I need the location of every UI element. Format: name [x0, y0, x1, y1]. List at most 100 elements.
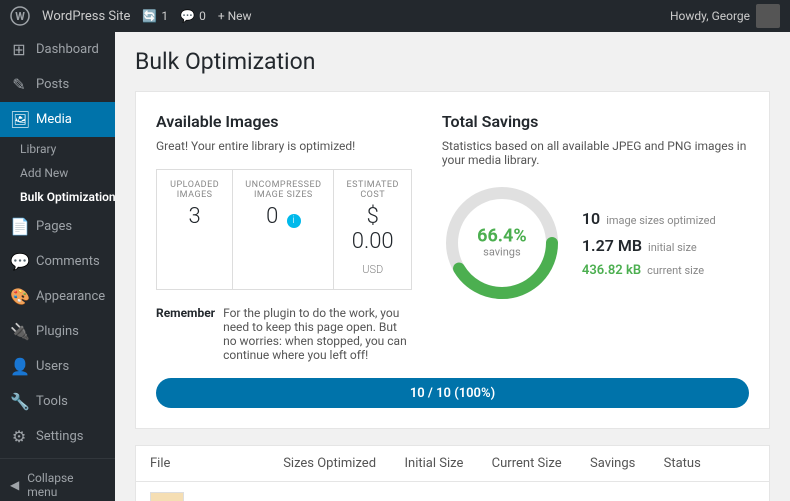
sidebar-menu: ⊞ Dashboard ✎ Posts 🖼 Media Library Add … [0, 32, 115, 454]
sidebar-item-library[interactable]: Library [0, 137, 115, 161]
sidebar-item-posts[interactable]: ✎ Posts [0, 67, 115, 102]
total-savings-desc: Statistics based on all available JPEG a… [442, 139, 749, 167]
stat-current-num: 436.82 kB [582, 263, 641, 278]
stat-uploaded-images: UPLOADED IMAGES 3 [157, 170, 233, 289]
sidebar-label-bulk-optimization: Bulk Optimization [20, 190, 115, 204]
stat-current-label: current size [647, 264, 704, 277]
available-images-section: Available Images Great! Your entire libr… [156, 112, 412, 362]
collapse-icon: ◀ [10, 478, 19, 492]
dashboard-icon: ⊞ [10, 40, 28, 59]
donut-chart: 66.4% savings [442, 183, 562, 303]
sidebar-label-users: Users [36, 359, 69, 374]
sidebar-label-pages: Pages [36, 219, 72, 234]
top-bar: W WordPress Site 🔄 1 💬 0 + New Howdy, Ge… [0, 0, 790, 32]
plugins-icon: 🔌 [10, 322, 28, 341]
top-bar-left: W WordPress Site 🔄 1 💬 0 + New [10, 6, 252, 26]
files-table: File Sizes Optimized Initial Size Curren… [136, 446, 769, 501]
stat-image-sizes: 10 image sizes optimized [582, 209, 716, 228]
stat-label-uploaded: UPLOADED IMAGES [169, 180, 220, 200]
pages-icon: 📄 [10, 217, 28, 236]
col-header-current: Current Size [478, 446, 576, 482]
sidebar-label-dashboard: Dashboard [36, 42, 99, 57]
table-body: avatar 3342.2 kB185.1 kB45.9%3 compresse… [136, 482, 769, 501]
bulk-optimization-card: Available Images Great! Your entire libr… [135, 91, 770, 429]
stat-label-cost: ESTIMATEDCOST [346, 180, 398, 200]
media-icon: 🖼 [10, 110, 28, 129]
table-header-row: File Sizes Optimized Initial Size Curren… [136, 446, 769, 482]
wordpress-logo: W [10, 6, 30, 26]
sidebar-item-appearance[interactable]: 🎨 Appearance [0, 279, 115, 314]
sidebar-label-plugins: Plugins [36, 324, 79, 339]
col-header-file: File [136, 446, 269, 482]
col-header-sizes: Sizes Optimized [269, 446, 390, 482]
sidebar-label-comments: Comments [36, 254, 100, 269]
stat-value-uploaded: 3 [169, 204, 220, 229]
appearance-icon: 🎨 [10, 287, 28, 306]
cell-current: 185.1 kB [478, 482, 576, 501]
updates-icon: 🔄 [142, 9, 157, 23]
stat-current-size: 436.82 kB current size [582, 263, 716, 278]
stat-label-uncompressed: UNCOMPRESSED IMAGE SIZES [245, 180, 321, 200]
comments-item[interactable]: 💬 0 [180, 9, 206, 23]
file-thumb [150, 492, 184, 501]
sidebar-item-settings[interactable]: ⚙ Settings [0, 419, 115, 454]
howdy-text: Howdy, George [670, 9, 750, 23]
sidebar-label-tools: Tools [36, 394, 68, 409]
new-button[interactable]: + New [218, 9, 252, 23]
cell-file: avatar [136, 482, 269, 501]
progress-bar-text: 10 / 10 (100%) [410, 386, 495, 401]
site-name[interactable]: WordPress Site [42, 9, 130, 24]
info-icon[interactable]: i [287, 214, 301, 228]
comments-icon: 💬 [10, 252, 28, 271]
sidebar-item-add-new[interactable]: Add New [0, 161, 115, 185]
top-bar-right: Howdy, George [670, 4, 780, 28]
stat-initial-num: 1.27 MB [582, 236, 642, 255]
remember-text: For the plugin to do the work, you need … [223, 306, 412, 362]
stat-estimated-cost: ESTIMATEDCOST $ 0.00 USD [334, 170, 410, 289]
sidebar-item-users[interactable]: 👤 Users [0, 349, 115, 384]
remember-box: Remember For the plugin to do the work, … [156, 306, 412, 362]
settings-icon: ⚙ [10, 427, 28, 446]
total-savings-title: Total Savings [442, 112, 749, 131]
sidebar-item-media[interactable]: 🖼 Media [0, 102, 115, 137]
sidebar-item-plugins[interactable]: 🔌 Plugins [0, 314, 115, 349]
file-cell-inner: avatar [150, 492, 255, 501]
sidebar-item-bulk-optimization[interactable]: Bulk Optimization [0, 185, 115, 209]
donut-text: savings [477, 246, 527, 259]
stat-value-uncompressed: 0 i [245, 204, 321, 229]
updates-item[interactable]: 🔄 1 [142, 9, 168, 23]
sidebar-item-pages[interactable]: 📄 Pages [0, 209, 115, 244]
page-title: Bulk Optimization [135, 48, 770, 75]
main-content: Bulk Optimization Available Images Great… [115, 32, 790, 501]
stat-initial-size: 1.27 MB initial size [582, 236, 716, 255]
sidebar: ⊞ Dashboard ✎ Posts 🖼 Media Library Add … [0, 32, 115, 501]
sidebar-label-posts: Posts [36, 77, 69, 92]
sidebar-item-dashboard[interactable]: ⊞ Dashboard [0, 32, 115, 67]
cell-savings: 45.9% [576, 482, 650, 501]
sidebar-label-add-new: Add New [20, 166, 68, 180]
stat-initial-label: initial size [648, 241, 697, 254]
table-row: avatar 3342.2 kB185.1 kB45.9%3 compresse… [136, 482, 769, 501]
sidebar-label-library: Library [20, 142, 56, 156]
sidebar-label-appearance: Appearance [36, 289, 105, 304]
progress-bar: 10 / 10 (100%) [156, 378, 749, 408]
donut-percent: 66.4% [477, 228, 527, 246]
cell-status: 3 compressed [650, 482, 769, 501]
stat-image-sizes-label: image sizes optimized [606, 214, 715, 227]
posts-icon: ✎ [10, 75, 28, 94]
col-header-savings: Savings [576, 446, 650, 482]
sidebar-item-tools[interactable]: 🔧 Tools [0, 384, 115, 419]
cell-sizes: 3 [269, 482, 390, 501]
two-col-layout: Available Images Great! Your entire libr… [156, 112, 749, 362]
sidebar-label-settings: Settings [36, 429, 83, 444]
donut-label: 66.4% savings [477, 228, 527, 259]
users-icon: 👤 [10, 357, 28, 376]
sidebar-label-media: Media [36, 112, 72, 127]
stat-image-sizes-num: 10 [582, 209, 600, 228]
tools-icon: 🔧 [10, 392, 28, 411]
sidebar-item-comments[interactable]: 💬 Comments [0, 244, 115, 279]
total-savings-section: Total Savings Statistics based on all av… [442, 112, 749, 362]
col-header-status: Status [650, 446, 769, 482]
collapse-menu[interactable]: ◀ Collapse menu [0, 463, 115, 501]
collapse-label: Collapse menu [27, 471, 105, 499]
